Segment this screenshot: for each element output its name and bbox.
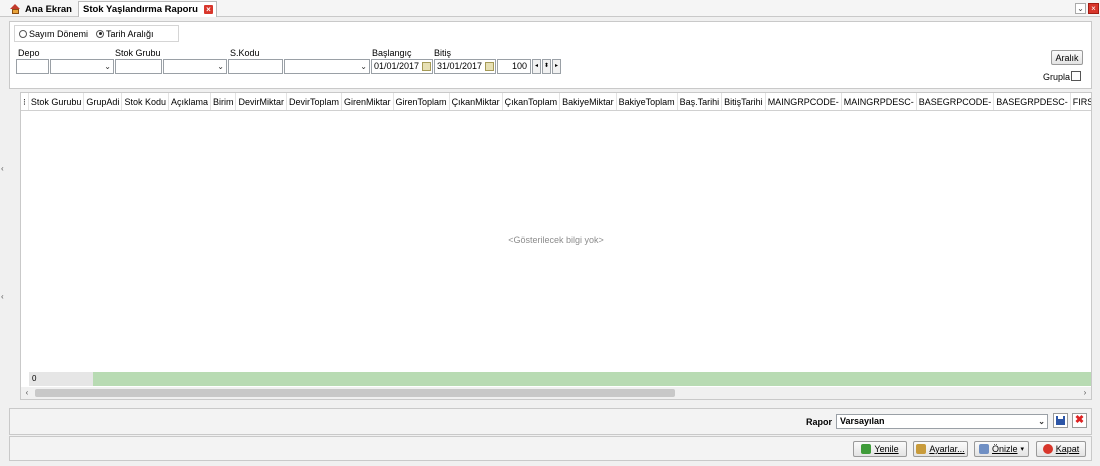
grid-column-header[interactable]: BASEGRPCODE- — [917, 93, 995, 110]
calendar-icon[interactable] — [422, 62, 431, 71]
tab-stok-yaslandirma-label: Stok Yaşlandırma Raporu — [83, 4, 198, 15]
grid-column-header[interactable]: DevirMiktar — [236, 93, 287, 110]
grid-footer-row: 0 — [29, 372, 1091, 386]
rapor-selected-value: Varsayılan — [840, 416, 885, 426]
grupla-checkbox[interactable] — [1071, 71, 1081, 81]
grid-column-header[interactable]: Birim — [211, 93, 237, 110]
radio-sayim-donemi-label: Sayım Dönemi — [29, 28, 89, 39]
rapor-select[interactable]: Varsayılan ⌄ — [836, 414, 1048, 429]
stok-grubu-code-input[interactable] — [115, 59, 162, 74]
close-circle-icon — [1042, 444, 1053, 454]
aralik-value: 100 — [511, 61, 527, 71]
filter-panel: Sayım Dönemi Tarih Aralığı Depo Stok Gru… — [9, 21, 1092, 89]
tab-bar: Ana Ekran Stok Yaşlandırma Raporu × ⌄ × — [0, 0, 1100, 17]
data-grid: ⁝ Stok Gurubu GrupAdi Stok Kodu Açıklama Bir… — [20, 92, 1092, 400]
bitis-date-value: 31/01/2017 — [437, 61, 483, 71]
depo-code-input[interactable] — [16, 59, 49, 74]
scroll-right-icon[interactable]: › — [1079, 387, 1091, 399]
grid-column-header[interactable]: Stok Kodu — [122, 93, 169, 110]
report-bar: Rapor Varsayılan ⌄ ✖ — [9, 408, 1092, 435]
ayarlar-button-label: Ayarlar... — [929, 444, 965, 454]
baslangic-date-value: 01/01/2017 — [374, 61, 420, 71]
ayarlar-button[interactable]: Ayarlar... — [913, 441, 968, 457]
bitis-date-field[interactable]: 31/01/2017 — [434, 59, 496, 74]
grid-column-header[interactable]: ÇıkanMiktar — [450, 93, 503, 110]
horizontal-scrollbar[interactable]: ‹ › — [21, 387, 1091, 399]
grid-column-header[interactable]: ÇıkanToplam — [503, 93, 561, 110]
tab-stok-yaslandirma[interactable]: Stok Yaşlandırma Raporu × — [78, 1, 217, 17]
grupla-label: Grupla — [1043, 72, 1071, 82]
spin-left-icon[interactable]: ◂ — [532, 59, 541, 74]
kapat-button[interactable]: Kapat — [1036, 441, 1086, 457]
aralik-value-input[interactable]: 100 — [497, 59, 531, 74]
tab-ana-ekran[interactable]: Ana Ekran — [6, 1, 76, 17]
yenile-button-label: Yenile — [874, 444, 899, 454]
kapat-button-label: Kapat — [1055, 444, 1080, 454]
onizle-button-label: Önizle — [991, 444, 1018, 454]
grid-column-header[interactable]: Stok Gurubu — [29, 93, 85, 110]
window-close-icon[interactable]: × — [1088, 3, 1099, 14]
radio-button-icon[interactable] — [96, 29, 105, 38]
period-radio-group: Sayım Dönemi Tarih Aralığı — [14, 25, 179, 42]
aralik-button[interactable]: Aralık — [1051, 50, 1083, 65]
footer-count: 0 — [29, 372, 93, 386]
scrollbar-thumb[interactable] — [35, 389, 675, 397]
chevron-down-icon[interactable]: ▾ — [1021, 445, 1025, 453]
column-chooser-icon[interactable]: ⁝ — [21, 93, 29, 110]
spin-right-icon[interactable]: ▸ — [552, 59, 561, 74]
grid-column-header[interactable]: Açıklama — [169, 93, 211, 110]
radio-tarih-araligi-label: Tarih Aralığı — [106, 28, 154, 39]
window-menu-chevron-icon[interactable]: ⌄ — [1075, 3, 1086, 14]
save-icon[interactable] — [1053, 413, 1068, 428]
chevron-down-icon[interactable]: ⌄ — [104, 60, 111, 73]
grid-column-header[interactable]: BakiyeMiktar — [560, 93, 617, 110]
depo-select[interactable]: ⌄ — [50, 59, 114, 74]
settings-tools-icon — [916, 444, 927, 454]
grid-header: ⁝ Stok Gurubu GrupAdi Stok Kodu Açıklama Bir… — [21, 93, 1091, 111]
radio-sayim-donemi[interactable]: Sayım Dönemi — [19, 29, 88, 39]
grid-column-header[interactable]: FIRSTENTDA — [1071, 93, 1091, 110]
grid-column-header[interactable]: DevirToplam — [287, 93, 343, 110]
refresh-icon — [861, 444, 872, 454]
delete-icon[interactable]: ✖ — [1072, 413, 1087, 428]
grid-column-header[interactable]: MAINGRPDESC- — [842, 93, 917, 110]
tab-close-icon[interactable]: × — [203, 5, 213, 14]
stok-grubu-select[interactable]: ⌄ — [163, 59, 227, 74]
grid-column-header[interactable]: Baş.Tarihi — [678, 93, 723, 110]
radio-tarih-araligi[interactable]: Tarih Aralığı — [96, 29, 154, 39]
aralik-button-label: Aralık — [1055, 52, 1079, 63]
spin-updown-icon[interactable]: ⬍ — [542, 59, 551, 74]
tab-ana-ekran-label: Ana Ekran — [25, 3, 72, 15]
radio-button-icon[interactable] — [19, 29, 27, 38]
rapor-label: Rapor — [806, 417, 833, 427]
collapse-left-icon[interactable]: ‹ — [1, 164, 4, 173]
grid-empty-message: <Gösterilecek bilgi yok> — [508, 235, 604, 245]
baslangic-date-field[interactable]: 01/01/2017 — [371, 59, 433, 74]
onizle-button[interactable]: Önizle ▾ — [974, 441, 1029, 457]
s-kodu-input[interactable] — [228, 59, 283, 74]
baslangic-label: Başlangıç — [372, 48, 412, 58]
s-kodu-select[interactable]: ⌄ — [284, 59, 370, 74]
grid-column-header[interactable]: MAINGRPCODE- — [766, 93, 842, 110]
chevron-down-icon[interactable]: ⌄ — [1038, 415, 1045, 428]
grid-column-header[interactable]: GirenMiktar — [342, 93, 394, 110]
scroll-left-icon[interactable]: ‹ — [21, 387, 33, 399]
bitis-label: Bitiş — [434, 48, 452, 58]
grid-column-header[interactable]: BakiyeToplam — [617, 93, 678, 110]
grid-column-header[interactable]: BitişTarihi — [722, 93, 766, 110]
action-bar: Yenile Ayarlar... Önizle ▾ Kapat — [9, 436, 1092, 461]
depo-label: Depo — [18, 48, 40, 58]
grid-column-header[interactable]: GrupAdi — [84, 93, 123, 110]
yenile-button[interactable]: Yenile — [853, 441, 907, 457]
preview-icon — [978, 444, 989, 454]
collapse-left-icon[interactable]: ‹ — [1, 292, 4, 301]
grid-column-header[interactable]: GirenToplam — [394, 93, 450, 110]
home-icon — [10, 4, 21, 14]
stok-grubu-label: Stok Grubu — [115, 48, 161, 58]
chevron-down-icon[interactable]: ⌄ — [360, 60, 367, 73]
calendar-icon[interactable] — [485, 62, 494, 71]
s-kodu-label: S.Kodu — [230, 48, 260, 58]
grid-column-header[interactable]: BASEGRPDESC- — [994, 93, 1071, 110]
chevron-down-icon[interactable]: ⌄ — [217, 60, 224, 73]
